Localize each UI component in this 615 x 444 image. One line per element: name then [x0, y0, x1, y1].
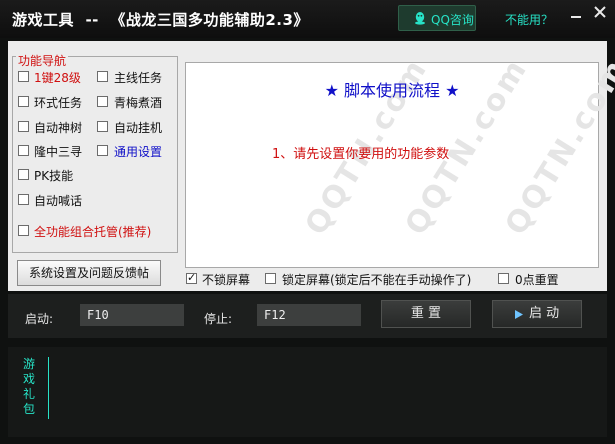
window-title: 游戏工具 -- 《战龙三国多功能辅助2.3》: [12, 11, 309, 29]
checkbox-auto-idle[interactable]: [97, 121, 108, 132]
label-auto-tree[interactable]: 自动神树: [34, 119, 82, 136]
checkbox-pk-skill[interactable]: [18, 169, 29, 180]
qq-consult-button[interactable]: QQ咨询: [398, 5, 476, 31]
checkbox-general-settings[interactable]: [97, 145, 108, 156]
stop-hotkey-label: 停止:: [204, 312, 233, 326]
help-link[interactable]: 不能用？: [505, 11, 553, 28]
start-hotkey-field[interactable]: F10: [80, 304, 184, 326]
info-step-1: 1、请先设置你要用的功能参数: [272, 147, 450, 162]
title-bar[interactable]: 游戏工具 -- 《战龙三国多功能辅助2.3》 QQ咨询 不能用？: [0, 0, 615, 38]
label-pk-skill[interactable]: PK技能: [34, 167, 73, 184]
control-bar: 启动: F10 停止: F12 重 置 启 动: [8, 294, 607, 338]
start-hotkey-label: 启动:: [25, 312, 54, 326]
game-gift-label[interactable]: 游戏礼包: [22, 357, 36, 417]
label-full-combo[interactable]: 全功能组合托管(推荐): [34, 223, 151, 240]
checkbox-longzhong[interactable]: [18, 145, 29, 156]
checkbox-full-combo[interactable]: [18, 225, 29, 236]
qq-penguin-icon: [415, 12, 425, 25]
gift-divider: [48, 357, 49, 419]
reset-button[interactable]: 重 置: [381, 300, 471, 328]
feedback-button[interactable]: 系统设置及问题反馈帖: [17, 260, 161, 286]
qq-consult-label: QQ咨询: [431, 13, 474, 27]
close-icon[interactable]: [592, 4, 608, 20]
label-auto-idle[interactable]: 自动挂机: [114, 119, 162, 136]
minimize-icon[interactable]: [568, 4, 584, 20]
label-one-key-28[interactable]: 1键28级: [34, 69, 81, 86]
info-title: ★ 脚本使用流程 ★: [324, 81, 460, 100]
label-auto-shout[interactable]: 自动喊话: [34, 192, 82, 209]
label-no-lock[interactable]: 不锁屏幕: [202, 271, 250, 288]
game-gift-panel: 游戏礼包: [8, 347, 607, 437]
function-nav-legend: 功能导航: [16, 52, 69, 69]
info-panel: QQTN.com QQTN.com QQTN.com ★ 脚本使用流程 ★ 1、…: [185, 52, 615, 268]
app-window: 游戏工具 -- 《战龙三国多功能辅助2.3》 QQ咨询 不能用？ 功能导航 1键…: [0, 0, 615, 444]
run-button-label: 启 动: [529, 306, 560, 321]
label-reset-zero[interactable]: 0点重置: [515, 271, 559, 288]
checkbox-reset-zero[interactable]: [498, 273, 509, 284]
checkbox-auto-shout[interactable]: [18, 194, 29, 205]
label-main-quest[interactable]: 主线任务: [114, 69, 162, 86]
checkbox-main-quest[interactable]: [97, 71, 108, 82]
label-lock[interactable]: 锁定屏幕(锁定后不能在手动操作了): [282, 271, 471, 288]
checkbox-auto-tree[interactable]: [18, 121, 29, 132]
label-ring-quest[interactable]: 环式任务: [34, 94, 82, 111]
run-button[interactable]: 启 动: [492, 300, 582, 328]
label-general-settings[interactable]: 通用设置: [114, 143, 162, 160]
checkbox-lock[interactable]: [265, 273, 276, 284]
checkbox-one-key-28[interactable]: [18, 71, 29, 82]
main-panel: 功能导航 1键28级 主线任务 环式任务 青梅煮酒 自动神树 自动挂机 隆中三寻…: [8, 41, 615, 291]
checkbox-ring-quest[interactable]: [18, 96, 29, 107]
play-icon: [515, 310, 523, 319]
checkbox-plum-wine[interactable]: [97, 96, 108, 107]
label-plum-wine[interactable]: 青梅煮酒: [114, 94, 162, 111]
reset-button-label: 重 置: [410, 306, 442, 321]
checkbox-no-lock[interactable]: [186, 271, 197, 284]
stop-hotkey-field[interactable]: F12: [257, 304, 361, 326]
label-longzhong[interactable]: 隆中三寻: [34, 143, 82, 160]
